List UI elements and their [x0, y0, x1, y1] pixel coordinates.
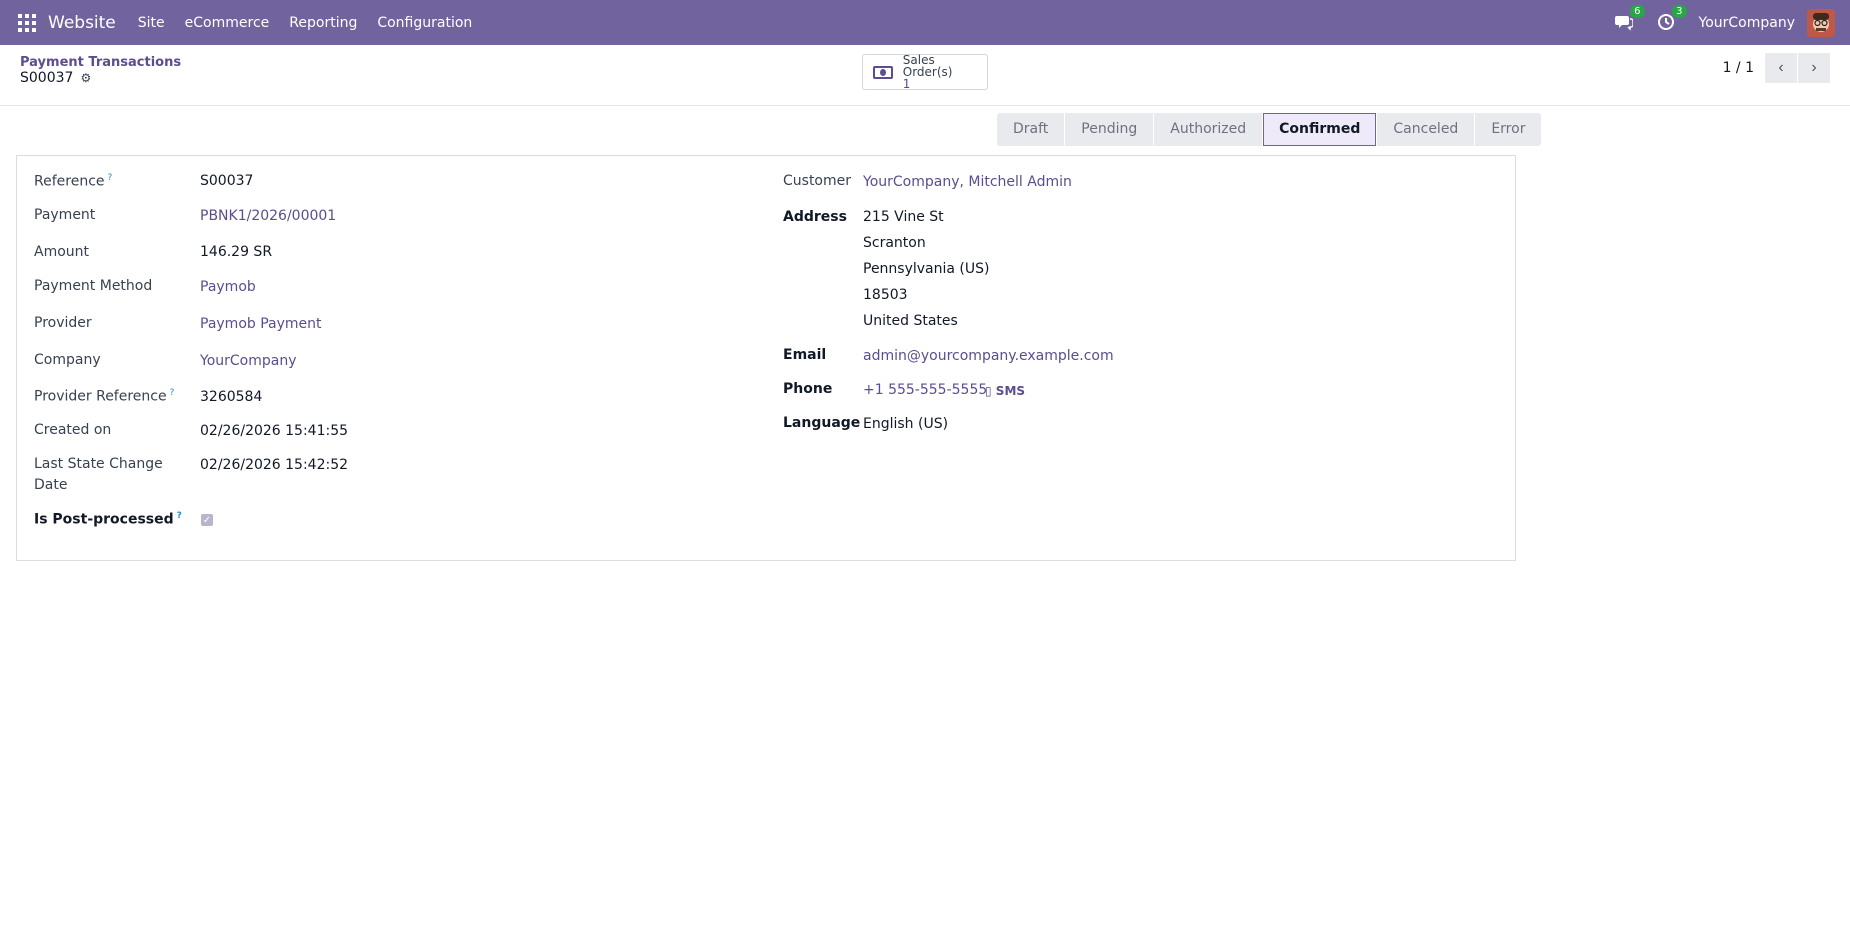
control-panel: Payment Transactions S00037 ⚙ Sales Orde…: [0, 45, 1850, 106]
form-sheet: Reference? S00037 Payment PBNK1/2026/000…: [16, 155, 1516, 561]
gear-icon[interactable]: ⚙: [80, 71, 91, 85]
stage-pending[interactable]: Pending: [1065, 113, 1154, 146]
menu-configuration[interactable]: Configuration: [367, 15, 482, 31]
checkmark-icon: ✓: [202, 514, 212, 526]
chevron-right-icon: ›: [1811, 59, 1817, 76]
address-line: 18503: [863, 287, 908, 303]
messages-badge: 6: [1630, 4, 1645, 18]
company-link[interactable]: YourCompany: [200, 353, 297, 369]
amount-value: 146.29 SR: [200, 244, 273, 260]
status-bar: Draft Pending Authorized Confirmed Cance…: [997, 113, 1542, 146]
phone-label: Phone: [783, 381, 833, 397]
company-switcher[interactable]: YourCompany: [1699, 15, 1796, 31]
payment-method-link[interactable]: Paymob: [200, 279, 256, 295]
provider-reference-value: 3260584: [200, 389, 263, 405]
provider-label: Provider: [34, 315, 92, 331]
created-on-label: Created on: [34, 422, 112, 438]
payment-label: Payment: [34, 207, 96, 223]
help-icon: ?: [107, 173, 113, 183]
messages-icon[interactable]: 6: [1614, 4, 1645, 33]
user-avatar[interactable]: [1807, 8, 1835, 37]
pager-previous-button[interactable]: ‹: [1765, 53, 1797, 83]
last-state-change-label-line2: Date: [34, 477, 68, 493]
activities-badge: 3: [1672, 4, 1687, 18]
payment-method-label: Payment Method: [34, 278, 153, 294]
address-line: 215 Vine St: [863, 209, 944, 225]
language-label: Language: [783, 415, 861, 431]
record-title: S00037 ⚙: [20, 70, 91, 86]
customer-link[interactable]: YourCompany, Mitchell Admin: [863, 174, 1072, 190]
stage-authorized[interactable]: Authorized: [1154, 113, 1263, 146]
email-label: Email: [783, 347, 827, 363]
activities-clock-icon[interactable]: 3: [1657, 4, 1687, 33]
mobile-icon: ▯: [985, 384, 992, 398]
stage-error[interactable]: Error: [1475, 113, 1542, 146]
customer-label: Customer: [783, 173, 852, 189]
app-brand[interactable]: Website: [48, 13, 116, 33]
reference-value: S00037: [200, 173, 254, 189]
company-label: Company: [34, 352, 101, 368]
pager: 1 / 1 ‹ ›: [1723, 53, 1830, 83]
sales-orders-smart-button[interactable]: Sales Order(s) 1: [862, 54, 988, 90]
address-line: United States: [863, 313, 958, 329]
breadcrumb-payment-transactions[interactable]: Payment Transactions: [20, 55, 181, 70]
last-state-change-label-line1: Last State Change: [34, 456, 163, 472]
is-post-processed-label: Is Post-processed?: [34, 511, 182, 528]
help-icon: ?: [176, 511, 182, 521]
phone-link[interactable]: +1 555-555-5555: [863, 382, 987, 398]
provider-reference-label: Provider Reference?: [34, 388, 175, 405]
created-on-value: 02/26/2026 15:41:55: [200, 423, 349, 439]
top-navbar: Website Site eCommerce Reporting Configu…: [0, 0, 1850, 45]
address-label: Address: [783, 209, 847, 225]
menu-reporting[interactable]: Reporting: [279, 15, 367, 31]
email-link[interactable]: admin@yourcompany.example.com: [863, 348, 1114, 364]
stage-confirmed[interactable]: Confirmed: [1263, 113, 1377, 146]
payment-link[interactable]: PBNK1/2026/00001: [200, 208, 336, 224]
reference-label: Reference?: [34, 173, 113, 190]
sms-button[interactable]: ▯ SMS: [985, 384, 1025, 398]
address-line: Scranton: [863, 235, 926, 251]
language-value: English (US): [863, 416, 949, 432]
amount-label: Amount: [34, 244, 90, 260]
last-state-change-value: 02/26/2026 15:42:52: [200, 457, 349, 473]
chevron-left-icon: ‹: [1778, 59, 1784, 76]
is-post-processed-checkbox[interactable]: ✓: [201, 514, 213, 526]
pager-next-button[interactable]: ›: [1798, 53, 1830, 83]
provider-link[interactable]: Paymob Payment: [200, 316, 322, 332]
stage-canceled[interactable]: Canceled: [1377, 113, 1475, 146]
record-name: S00037: [20, 70, 74, 86]
money-icon: [873, 65, 893, 79]
menu-ecommerce[interactable]: eCommerce: [175, 15, 280, 31]
address-line: Pennsylvania (US): [863, 261, 990, 277]
stage-draft[interactable]: Draft: [997, 113, 1065, 146]
smart-button-value: 1: [902, 77, 911, 91]
smart-button-label: Sales Order(s): [902, 53, 953, 79]
help-icon: ?: [169, 388, 175, 398]
menu-site[interactable]: Site: [128, 15, 175, 31]
apps-menu-icon[interactable]: [18, 13, 36, 32]
pager-value[interactable]: 1 / 1: [1723, 60, 1754, 76]
